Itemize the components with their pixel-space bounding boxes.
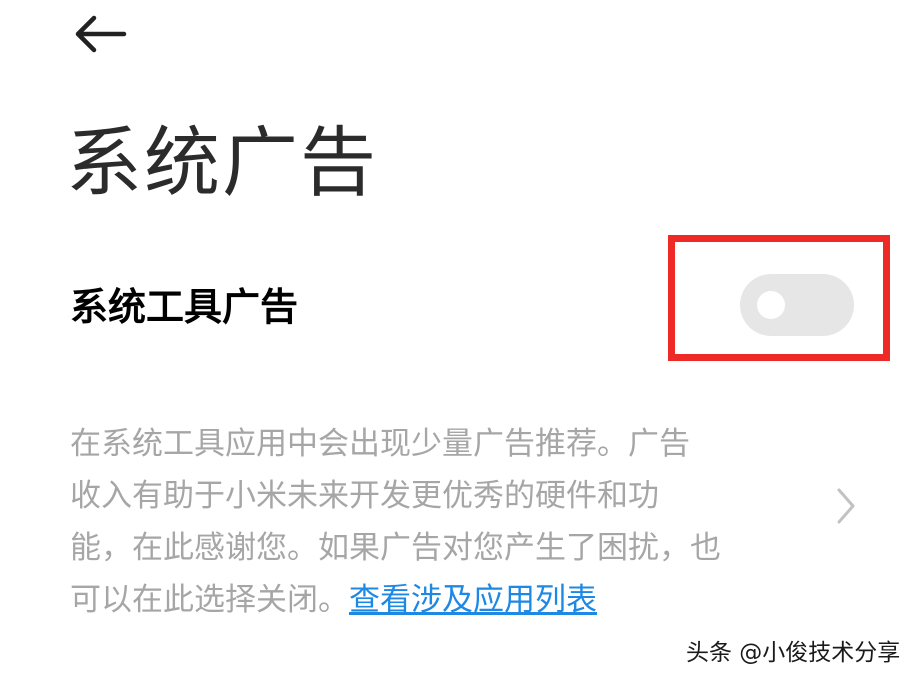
description-line: 在系统工具应用中会出现少量广告推荐。广告 <box>70 426 690 462</box>
description-line-last: 可以在此选择关闭。查看涉及应用列表 <box>70 574 760 626</box>
description-line: 可以在此选择关闭。 <box>70 582 349 618</box>
setting-label-system-tool-ads: 系统工具广告 <box>70 285 299 329</box>
description-line: 收入有助于小米未来开发更优秀的硬件和功 <box>70 478 659 514</box>
view-apps-list-link[interactable]: 查看涉及应用列表 <box>349 582 597 618</box>
watermark-text: 头条 @小俊技术分享 <box>686 640 901 666</box>
description-line: 能，在此感谢您。如果广告对您产生了困扰，也 <box>70 530 721 566</box>
chevron-right-icon <box>832 486 860 526</box>
page-title: 系统广告 <box>66 118 378 207</box>
system-tool-ads-toggle[interactable] <box>740 274 854 336</box>
arrow-left-icon <box>70 12 130 56</box>
setting-description: 在系统工具应用中会出现少量广告推荐。广告 收入有助于小米未来开发更优秀的硬件和功… <box>70 418 760 626</box>
back-button[interactable] <box>70 12 130 56</box>
toggle-knob <box>757 291 785 319</box>
details-chevron-button[interactable] <box>832 486 860 526</box>
